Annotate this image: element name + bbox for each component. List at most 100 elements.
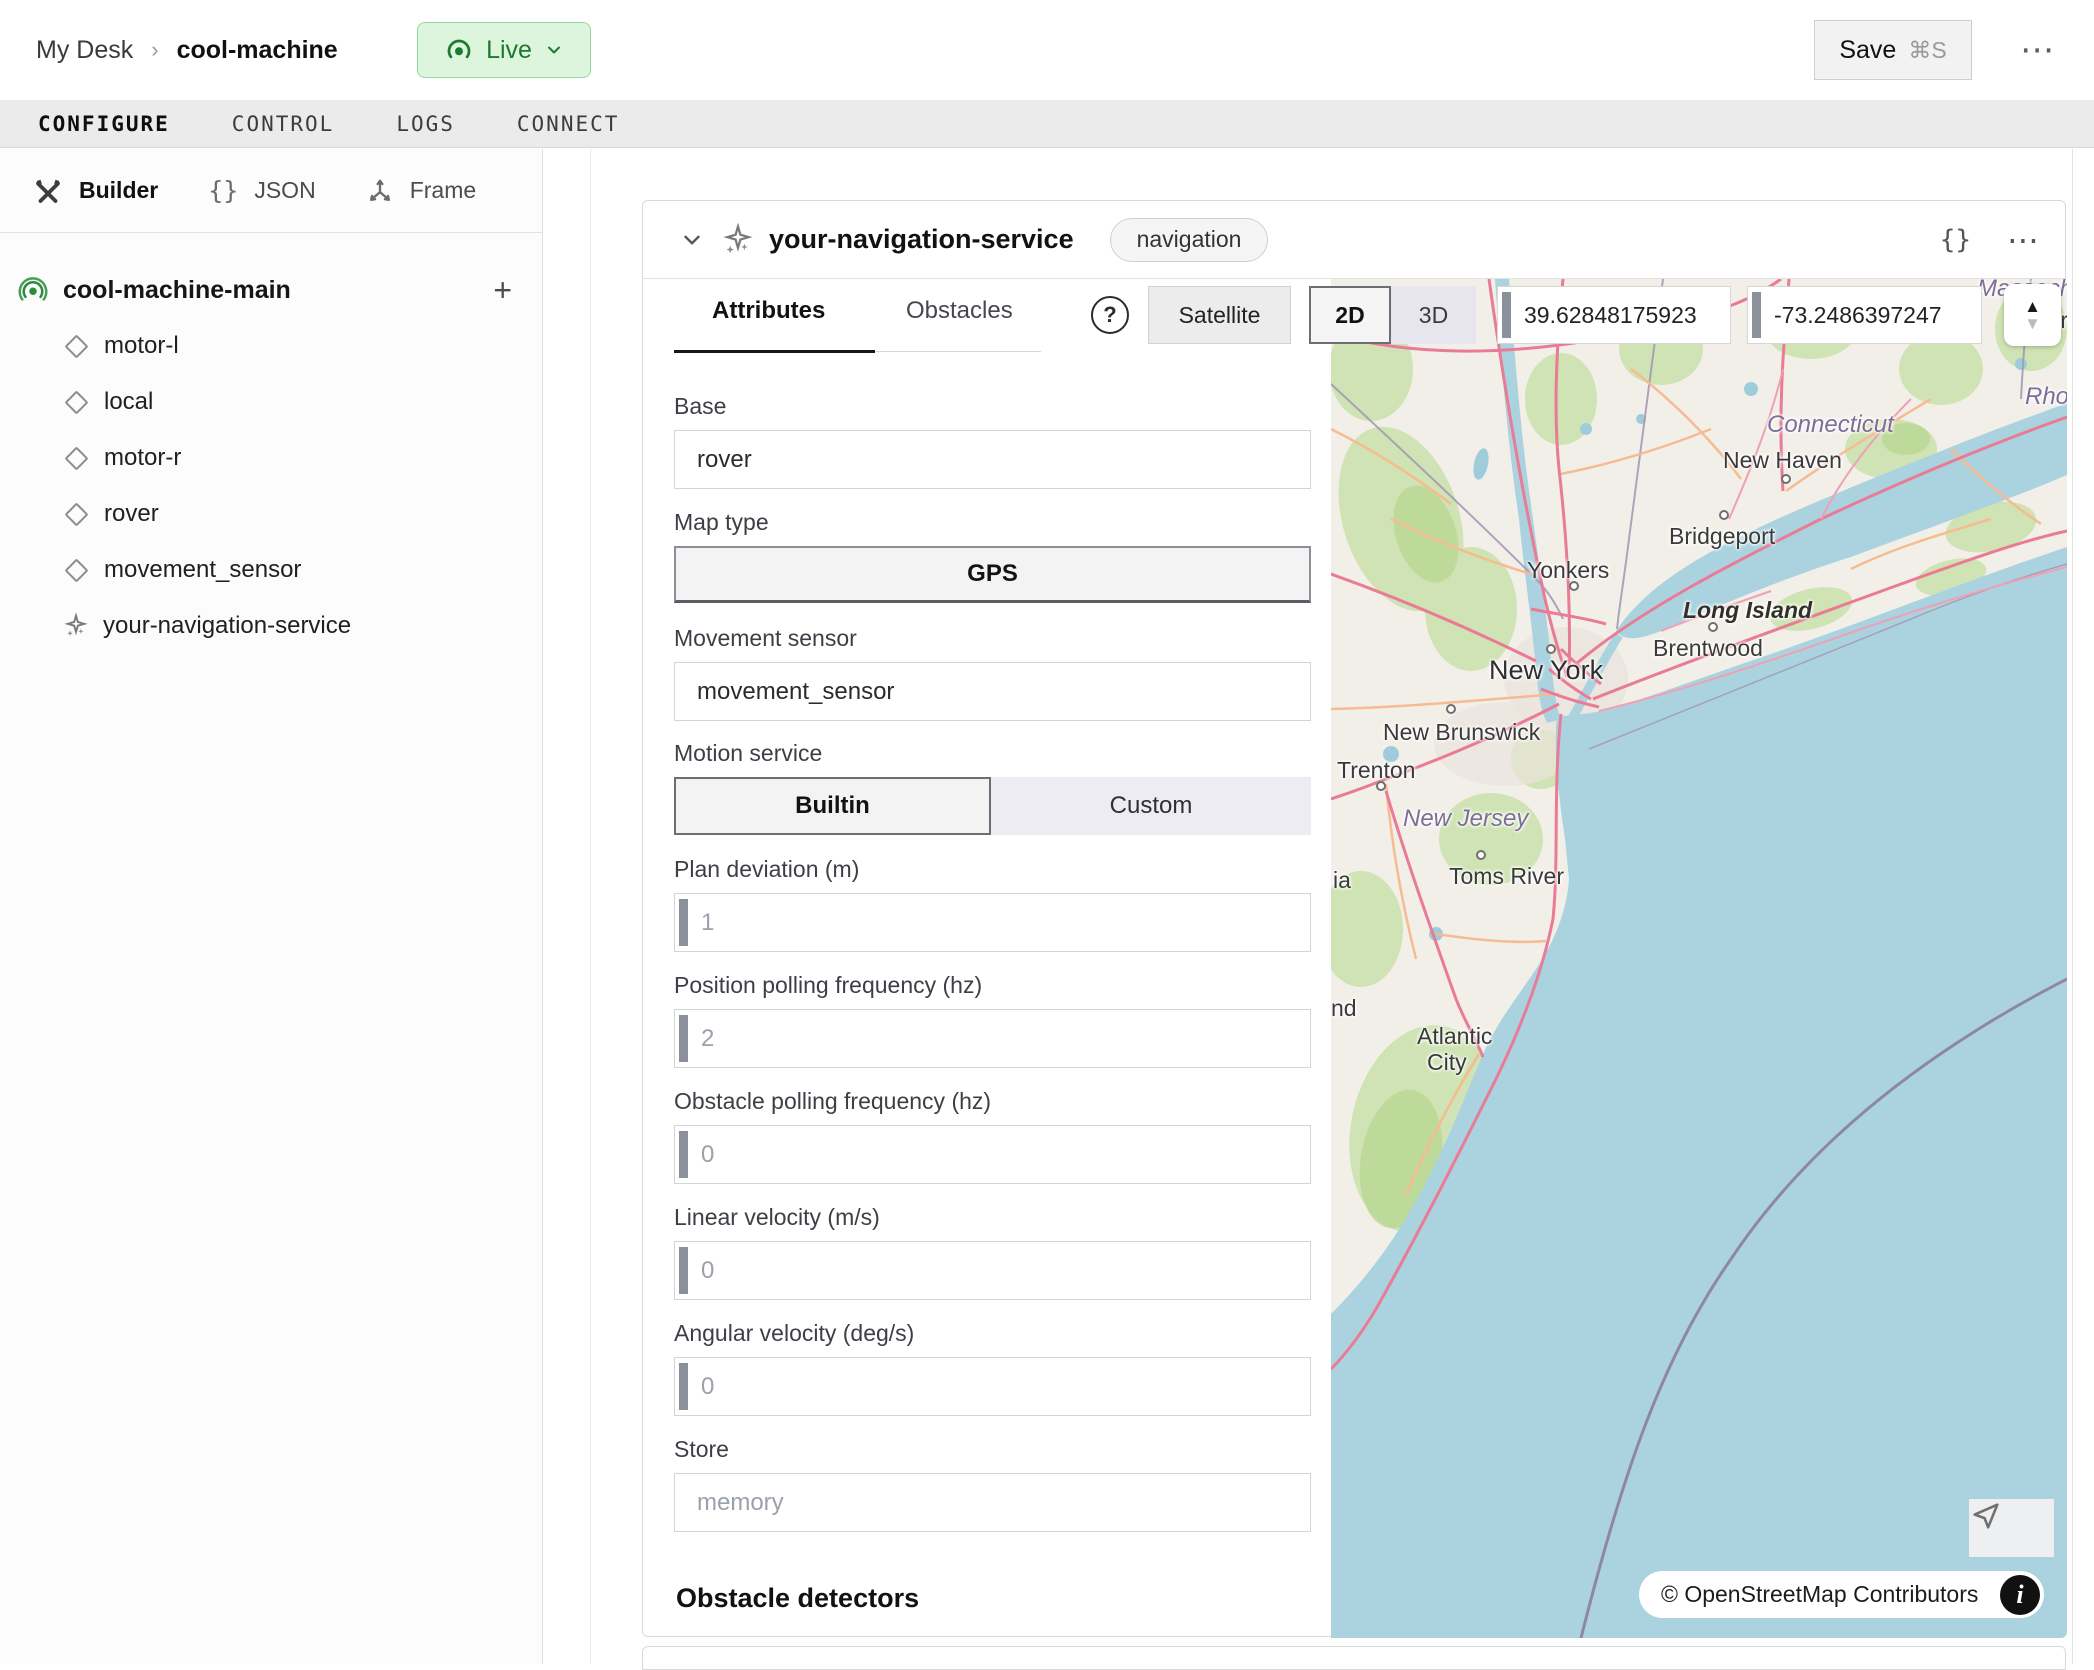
plan-deviation-input[interactable]: 1 (674, 893, 1311, 952)
map-label-bridgeport: Bridgeport (1669, 523, 1775, 550)
info-icon[interactable]: i (2000, 1575, 2040, 1615)
store-label: Store (674, 1436, 1311, 1463)
obstacle-polling-input[interactable]: 0 (674, 1125, 1311, 1184)
linear-velocity-input[interactable]: 0 (674, 1241, 1311, 1300)
component-diamond-icon (64, 390, 88, 414)
card-header: your-navigation-service navigation {} ⋯ (643, 201, 2065, 279)
map-label-toms-river: Toms River (1449, 863, 1564, 890)
machine-part-tree: cool-machine-main + motor-l local motor-r r… (0, 233, 542, 654)
sidebar-item-local[interactable]: local (0, 374, 542, 430)
movement-sensor-input[interactable]: movement_sensor (674, 662, 1311, 721)
obstacle-detectors-heading: Obstacle detectors (676, 1583, 919, 1614)
service-name: your-navigation-service (769, 224, 1074, 255)
navigation-map[interactable]: MassachProRhodConnecticutNew HavenBridge… (1331, 279, 2067, 1638)
angular-velocity-label: Angular velocity (deg/s) (674, 1320, 1311, 1347)
broadcast-icon (444, 35, 474, 65)
help-icon[interactable]: ? (1091, 296, 1129, 334)
component-diamond-icon (64, 446, 88, 470)
main-tab-connect[interactable]: CONNECT (517, 112, 620, 136)
field-base: Base rover (674, 393, 1311, 489)
sidebar-item-rover[interactable]: rover (0, 486, 542, 542)
openstreetmap-canvas[interactable] (1331, 279, 2067, 1638)
collapse-chevron-icon[interactable] (679, 227, 705, 253)
curly-braces-icon: {} (208, 176, 238, 205)
map-attribution: © OpenStreetMap Contributors i (1639, 1571, 2044, 1618)
mode-3d-button[interactable]: 3D (1391, 286, 1476, 344)
step-up-icon[interactable]: ▲ (2024, 298, 2041, 315)
motion-service-builtin-option[interactable]: Builtin (674, 777, 991, 835)
city-dot (1781, 474, 1791, 484)
add-component-button[interactable]: + (493, 272, 512, 309)
breadcrumb-machine-name: cool-machine (177, 36, 338, 65)
live-status-dropdown[interactable]: Live (417, 22, 591, 78)
map-label-ia: ia (1333, 867, 1351, 894)
angular-velocity-input[interactable]: 0 (674, 1357, 1311, 1416)
city-dot (1719, 510, 1729, 520)
tab-obstacles[interactable]: Obstacles (906, 297, 1013, 325)
plan-deviation-label: Plan deviation (m) (674, 856, 1311, 883)
field-angular-velocity: Angular velocity (deg/s) 0 (674, 1320, 1311, 1416)
navigation-service-card: your-navigation-service navigation {} ⋯ (642, 200, 2066, 1637)
tab-frame[interactable]: Frame (366, 177, 476, 205)
card-more-menu[interactable]: ⋯ (2007, 224, 2039, 256)
step-down-icon[interactable]: ▼ (2024, 315, 2041, 332)
panel-divider (590, 149, 591, 1664)
tree-item-label: motor-l (104, 332, 179, 360)
zoom-stepper[interactable]: ▲ ▼ (2004, 284, 2061, 346)
sidebar-item-motor-l[interactable]: motor-l (0, 318, 542, 374)
city-dot (1546, 644, 1556, 654)
tree-item-label: motor-r (104, 444, 181, 472)
live-label: Live (486, 36, 532, 65)
tab-builder[interactable]: Builder (33, 176, 158, 206)
position-polling-label: Position polling frequency (hz) (674, 972, 1311, 999)
linear-velocity-label: Linear velocity (m/s) (674, 1204, 1311, 1231)
view-mode-tabs: Builder {} JSON Frame (0, 149, 542, 233)
save-button[interactable]: Save ⌘S (1814, 20, 1972, 80)
field-motion-service: Motion service Builtin Custom (674, 740, 1311, 835)
tab-json[interactable]: {} JSON (208, 176, 315, 205)
tab-attributes[interactable]: Attributes (712, 297, 825, 325)
satellite-toggle-button[interactable]: Satellite (1148, 286, 1291, 344)
sidebar-item-motor-r[interactable]: motor-r (0, 430, 542, 486)
main-tab-control[interactable]: CONTROL (232, 112, 335, 136)
latitude-input[interactable]: 39.62848175923 (1497, 286, 1731, 344)
save-label: Save (1839, 36, 1896, 65)
map-type-gps-button[interactable]: GPS (674, 546, 1311, 603)
base-input[interactable]: rover (674, 430, 1311, 489)
tree-root-machine-part[interactable]: cool-machine-main + (0, 262, 542, 318)
main-tab-logs[interactable]: LOGS (396, 112, 455, 136)
tree-item-label: your-navigation-service (103, 612, 351, 640)
sidebar-item-movement_sensor[interactable]: movement_sensor (0, 542, 542, 598)
map-label-atlantic: Atlantic (1417, 1023, 1492, 1050)
json-view-toggle[interactable]: {} (1940, 225, 1971, 255)
mode-2d-button[interactable]: 2D (1309, 286, 1391, 344)
map-label-new-york: New York (1489, 655, 1603, 686)
map-label-yonkers: Yonkers (1527, 557, 1609, 584)
field-plan-deviation: Plan deviation (m) 1 (674, 856, 1311, 952)
base-label: Base (674, 393, 1311, 420)
recenter-map-button[interactable] (1969, 1499, 2054, 1557)
field-store: Store memory (674, 1436, 1311, 1532)
store-input[interactable]: memory (674, 1473, 1311, 1532)
motion-service-custom-option[interactable]: Custom (991, 777, 1311, 835)
longitude-input[interactable]: -73.2486397247 (1747, 286, 1982, 344)
breadcrumb-root-link[interactable]: My Desk (36, 36, 133, 65)
map-label-new-brunswick: New Brunswick (1383, 719, 1540, 746)
field-position-polling: Position polling frequency (hz) 2 (674, 972, 1311, 1068)
more-menu-button[interactable]: ⋯ (2020, 33, 2056, 67)
service-type-badge: navigation (1110, 218, 1269, 262)
chevron-down-icon (544, 40, 564, 60)
attribution-text: © OpenStreetMap Contributors (1661, 1581, 1978, 1608)
sparkles-service-icon (721, 223, 755, 257)
motion-service-toggle: Builtin Custom (674, 777, 1311, 835)
movement-sensor-label: Movement sensor (674, 625, 1311, 652)
position-polling-input[interactable]: 2 (674, 1009, 1311, 1068)
breadcrumb-separator: › (151, 37, 158, 63)
map-type-label: Map type (674, 509, 1311, 536)
tab-frame-label: Frame (410, 177, 476, 204)
canvas-edge-divider (2072, 149, 2073, 1664)
sidebar-item-your-navigation-service[interactable]: your-navigation-service (0, 598, 542, 654)
component-diamond-icon (64, 502, 88, 526)
main-tab-configure[interactable]: CONFIGURE (38, 112, 170, 136)
builder-tools-icon (33, 176, 63, 206)
